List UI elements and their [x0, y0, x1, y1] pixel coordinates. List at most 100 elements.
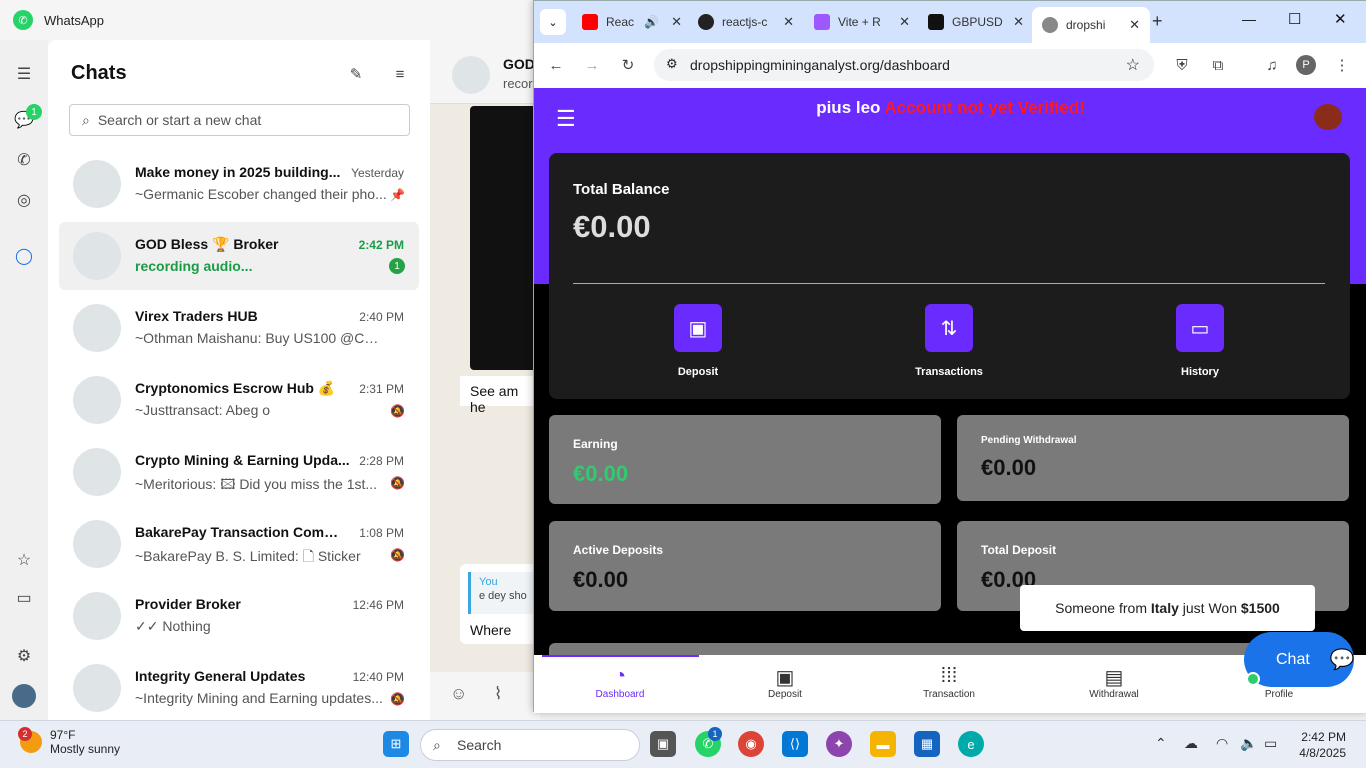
stat-value: €0.00 — [573, 567, 629, 592]
status-icon[interactable]: ◎ — [12, 188, 36, 212]
address-bar[interactable]: ⚙ dropshippingmininganalyst.org/dashboar… — [654, 49, 1154, 81]
chat-row[interactable]: Make money in 2025 building... Yesterday ~… — [59, 150, 419, 218]
menu-icon[interactable]: ☰ — [12, 62, 36, 86]
maximize-icon[interactable]: ☐ — [1288, 10, 1301, 28]
new-tab-icon[interactable]: + — [1152, 11, 1163, 32]
tab-title: dropshi — [1066, 18, 1106, 32]
tab-github[interactable]: reactjs-c ✕ — [688, 6, 804, 38]
tab-dropshipping[interactable]: dropshi ✕ — [1032, 7, 1150, 43]
settings-icon[interactable]: ⚙ — [12, 644, 36, 668]
archive-icon[interactable]: ▭ — [12, 586, 36, 610]
taskbar-search[interactable]: ⌕ Search — [420, 729, 640, 761]
shield-icon[interactable]: ⛨ — [1172, 55, 1192, 75]
profile-avatar[interactable] — [12, 684, 36, 708]
bookmark-star-icon[interactable]: ☆ — [1126, 55, 1140, 75]
chat-search-input[interactable]: ⌕ Search or start a new chat — [69, 104, 410, 136]
pin-icon: 📌 — [390, 188, 405, 202]
nav-dashboard[interactable]: ◔ Dashboard — [560, 665, 680, 700]
history-action[interactable]: ▭ History — [1150, 304, 1250, 378]
chat-row[interactable]: Virex Traders HUB 2:40 PM ~Othman Maishanu… — [59, 294, 419, 362]
tab-search-icon[interactable]: ⌄ — [540, 9, 566, 35]
conversation-header[interactable]: GOD recor — [430, 40, 540, 104]
browser-toolbar: ← → ↻ ⚙ dropshippingmininganalyst.org/da… — [534, 43, 1366, 88]
chrome-taskbar-icon[interactable]: ◉ — [738, 731, 764, 757]
chats-unread-badge: 1 — [26, 104, 42, 120]
close-icon[interactable]: ✕ — [1129, 17, 1140, 33]
close-icon[interactable]: ✕ — [899, 14, 910, 30]
media-control-icon[interactable]: ♫ — [1262, 55, 1282, 75]
tab-tradingview[interactable]: GBPUSD ✕ — [918, 6, 1034, 38]
new-chat-icon[interactable]: ✎ — [344, 62, 368, 86]
conversation-title: GOD — [503, 56, 535, 72]
tab-vite[interactable]: Vite + R ✕ — [804, 6, 920, 38]
wifi-icon[interactable]: ◠ — [1216, 735, 1228, 752]
edge-icon[interactable]: e — [958, 731, 984, 757]
meta-ai-icon[interactable]: ◯ — [12, 244, 36, 268]
tab-youtube[interactable]: Reac 🔊 ✕ — [572, 6, 692, 38]
transactions-action[interactable]: ⇅ Transactions — [899, 304, 999, 378]
calls-icon[interactable]: ✆ — [12, 148, 36, 172]
cloud-icon[interactable]: ☁ — [1184, 735, 1198, 752]
total-balance-label: Total Balance — [573, 181, 670, 198]
taskbar-search-label: Search — [457, 737, 502, 753]
attach-icon[interactable]: ⌇ — [494, 684, 502, 704]
stat-label: Earning — [573, 437, 618, 451]
profile-icon[interactable]: P — [1296, 55, 1316, 75]
whatsapp-titlebar: ✆ WhatsApp — [0, 0, 540, 40]
emoji-icon[interactable]: ☺ — [450, 684, 467, 704]
chevron-up-icon[interactable]: ⌃ — [1155, 735, 1167, 752]
weather-temp: 97°F — [50, 728, 76, 742]
copilot-icon[interactable]: ✦ — [826, 731, 852, 757]
chat-row[interactable]: Crypto Mining & Earning Upda... 2:28 PM ~M… — [59, 438, 419, 506]
chat-time: 2:40 PM — [359, 310, 404, 324]
starred-icon[interactable]: ☆ — [12, 548, 36, 572]
clock-date: 4/8/2025 — [1299, 746, 1346, 760]
store-icon[interactable]: ▦ — [914, 731, 940, 757]
close-icon[interactable]: ✕ — [1013, 14, 1024, 30]
win-notification: Someone from Italy just Won $1500 — [1020, 585, 1315, 631]
chat-name: Virex Traders HUB — [135, 308, 258, 324]
chat-row[interactable]: Integrity General Updates 12:40 PM ~Integr… — [59, 654, 419, 722]
image-message[interactable] — [470, 106, 540, 370]
filter-icon[interactable]: ≡ — [388, 62, 412, 86]
cash-icon: ▣ — [775, 667, 795, 689]
deposit-action[interactable]: ▣ Deposit — [648, 304, 748, 378]
cash-icon: ▣ — [674, 304, 722, 352]
close-icon[interactable]: ✕ — [671, 14, 682, 30]
nav-deposit[interactable]: ▣ Deposit — [725, 665, 845, 700]
start-icon[interactable]: ⊞ — [383, 731, 409, 757]
task-view-icon[interactable]: ▣ — [650, 731, 676, 757]
battery-icon[interactable]: ▭ — [1264, 735, 1277, 752]
quoted-message[interactable]: You e dey sho — [468, 572, 540, 614]
nav-transaction[interactable]: ⁞⁞⁞ Transaction — [889, 665, 1009, 700]
vscode-icon[interactable]: ⟨⟩ — [782, 731, 808, 757]
reload-icon[interactable]: ↻ — [618, 55, 638, 75]
site-info-icon[interactable]: ⚙ — [666, 56, 678, 72]
chat-time: Yesterday — [351, 166, 404, 180]
chat-name: Provider Broker — [135, 596, 241, 612]
extensions-icon[interactable]: ⧉ — [1208, 55, 1228, 75]
youtube-icon — [582, 14, 598, 30]
chat-row[interactable]: BakarePay Transaction Commu... 1:08 PM ~Ba… — [59, 510, 419, 578]
back-icon[interactable]: ← — [546, 55, 566, 75]
close-window-icon[interactable]: ✕ — [1334, 10, 1347, 28]
close-icon[interactable]: ✕ — [783, 14, 794, 30]
weather-widget[interactable]: 2 97°F Mostly sunny — [18, 727, 120, 756]
chat-row[interactable]: GOD Bless 🏆 Broker 2:42 PM recording audio… — [59, 222, 419, 290]
nav-label: Deposit — [768, 689, 802, 700]
volume-icon[interactable]: 🔈 — [1240, 735, 1257, 752]
menu-kebab-icon[interactable]: ⋮ — [1332, 55, 1352, 75]
minimize-icon[interactable]: — — [1242, 11, 1256, 27]
chat-row[interactable]: Provider Broker 12:46 PM ✓✓ Nothing — [59, 582, 419, 650]
user-avatar[interactable] — [1314, 104, 1342, 130]
chat-row[interactable]: Cryptonomics Escrow Hub 💰 2:31 PM ~Justtra… — [59, 366, 419, 434]
forward-icon[interactable]: → — [582, 55, 602, 75]
tradingview-icon — [928, 14, 944, 30]
nav-withdrawal[interactable]: ▤ Withdrawal — [1054, 665, 1174, 700]
whatsapp-window: ✆ WhatsApp ☰ 💬 1 ✆ ◎ ◯ ☆ ▭ ⚙ Chats ✎ ≡ ⌕… — [0, 0, 540, 720]
chat-time: 2:28 PM — [359, 454, 404, 468]
tab-bar: ⌄ Reac 🔊 ✕ reactjs-c ✕ Vite + R ✕ GBPUSD ✕ dr… — [534, 1, 1366, 43]
file-explorer-icon[interactable]: ▬ — [870, 731, 896, 757]
chat-widget-button[interactable]: Chat 💬 — [1244, 632, 1355, 687]
clock[interactable]: 2:42 PM 4/8/2025 — [1299, 729, 1346, 761]
